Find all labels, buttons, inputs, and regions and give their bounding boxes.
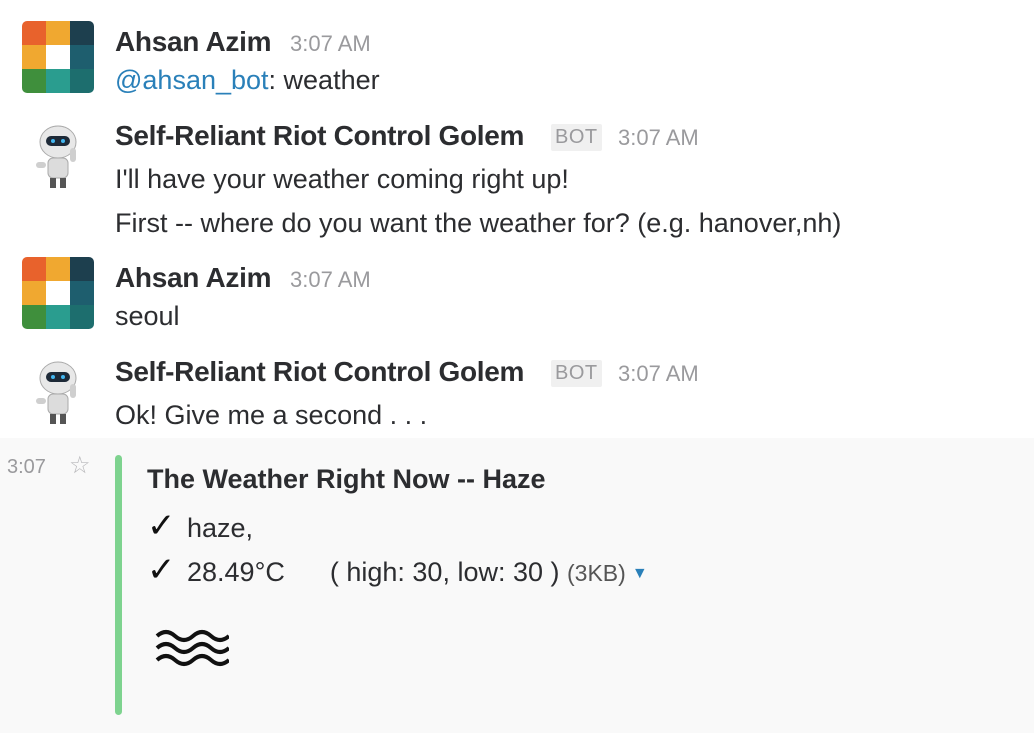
- user-avatar[interactable]: [22, 21, 94, 93]
- attachment-line-1: ✓ haze,: [147, 506, 253, 546]
- author-name[interactable]: Ahsan Azim: [115, 262, 272, 294]
- author-name[interactable]: Self-Reliant Riot Control Golem: [115, 120, 524, 152]
- star-icon[interactable]: ☆: [69, 451, 91, 480]
- timestamp[interactable]: 3:07 AM: [618, 361, 699, 387]
- timestamp[interactable]: 3:07 AM: [618, 125, 699, 151]
- robot-icon: [36, 361, 77, 424]
- bot-avatar[interactable]: [22, 356, 94, 428]
- timestamp[interactable]: 3:07 AM: [290, 31, 371, 57]
- attachment-title: The Weather Right Now -- Haze: [147, 464, 546, 494]
- condition-text: haze,: [187, 513, 254, 543]
- file-size: (3KB): [567, 560, 626, 586]
- check-icon: ✓: [147, 551, 176, 589]
- message-text: @ahsan_bot: weather: [115, 65, 380, 96]
- check-icon: ✓: [147, 507, 176, 545]
- temperature-text: 28.49°C ( high: 30, low: 30 ): [187, 557, 560, 587]
- caret-down-icon[interactable]: ▼: [632, 565, 648, 582]
- message-line-1: I'll have your weather coming right up!: [115, 164, 569, 194]
- message-3: Ahsan Azim 3:07 AM seoul: [0, 250, 1034, 350]
- haze-icon[interactable]: [155, 626, 231, 681]
- message-4: Self-Reliant Riot Control Golem BOT 3:07…: [0, 350, 1034, 438]
- user-mention[interactable]: @ahsan_bot: [115, 65, 269, 95]
- timestamp[interactable]: 3:07 AM: [290, 267, 371, 293]
- message-text: Ok! Give me a second . . .: [115, 400, 428, 430]
- message-text: seoul: [115, 301, 180, 331]
- message-1: Ahsan Azim 3:07 AM @ahsan_bot: weather: [0, 0, 1034, 110]
- robot-icon: [36, 125, 77, 188]
- bot-badge: BOT: [551, 124, 602, 151]
- author-name[interactable]: Self-Reliant Riot Control Golem: [115, 356, 524, 388]
- author-name[interactable]: Ahsan Azim: [115, 26, 272, 58]
- attachment-message: 3:07 ☆ The Weather Right Now -- Haze ✓ ha…: [0, 438, 1034, 733]
- message-text-body: : weather: [268, 65, 380, 95]
- bot-avatar[interactable]: [22, 120, 94, 192]
- attachment-color-bar: [115, 455, 122, 715]
- message-line-2: First -- where do you want the weather f…: [115, 208, 842, 238]
- user-avatar[interactable]: [22, 257, 94, 329]
- hover-timestamp[interactable]: 3:07: [7, 456, 46, 479]
- attachment-line-2: ✓ 28.49°C ( high: 30, low: 30 ) (3KB) ▼: [147, 550, 648, 590]
- bot-badge: BOT: [551, 360, 602, 387]
- message-2: Self-Reliant Riot Control Golem BOT 3:07…: [0, 110, 1034, 250]
